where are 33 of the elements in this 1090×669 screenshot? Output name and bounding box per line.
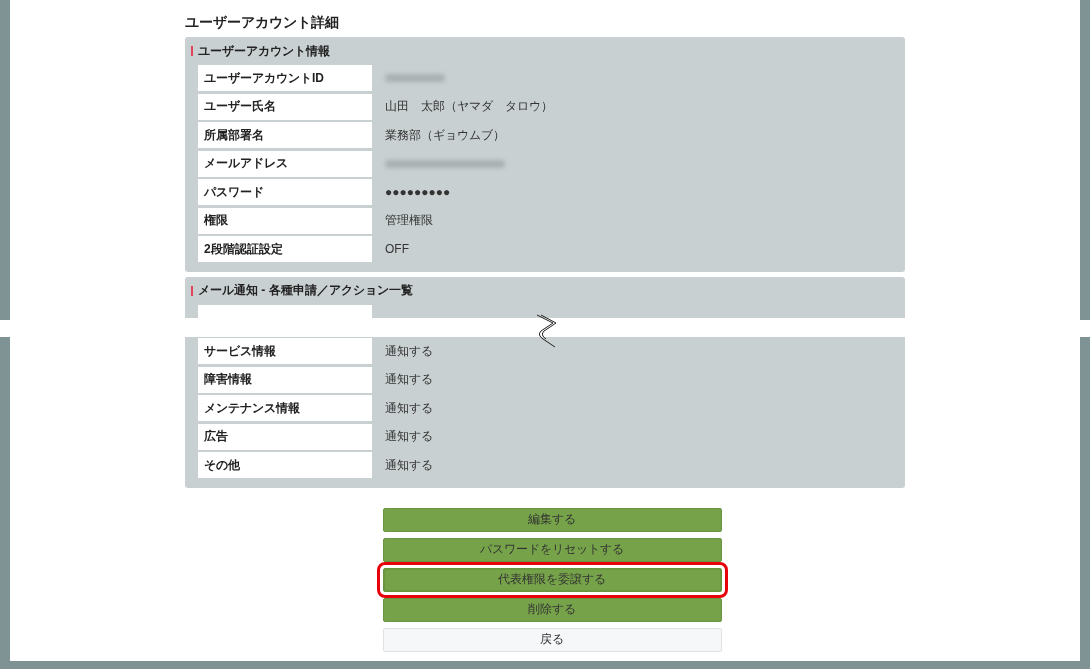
field-value: 山田 太郎（ヤマダ タロウ） — [385, 98, 553, 115]
break-mark-icon — [535, 314, 557, 348]
field-label: 2段階認証設定 — [198, 236, 372, 262]
section-heading: メール通知 - 各種申請／アクション一覧 — [198, 282, 413, 299]
field-value: 通知する — [385, 456, 433, 474]
field-label: サービス情報 — [198, 338, 372, 364]
action-button[interactable]: 削除する — [382, 597, 722, 622]
accent-bar — [191, 46, 193, 56]
field-value: 通知する — [385, 371, 433, 388]
accent-bar — [191, 285, 193, 296]
blurred-value-drawing — [385, 74, 445, 82]
field-label: その他 — [198, 452, 372, 478]
field-label: 広告 — [198, 423, 372, 450]
field-label: 所属部署名 — [198, 122, 372, 148]
field-value: OFF — [385, 242, 409, 256]
action-button[interactable]: 戻る — [382, 627, 722, 652]
field-value: 通知する — [385, 399, 433, 417]
page-title: ユーザーアカウント詳細 — [185, 13, 340, 31]
field-value: 業務部（ギョウムブ） — [385, 126, 505, 144]
field-value: 管理権限 — [385, 212, 433, 229]
field-label: 障害情報 — [198, 366, 372, 393]
field-label: ユーザーアカウントID — [198, 65, 372, 91]
field-value: 通知する — [385, 428, 433, 445]
section-heading: ユーザーアカウント情報 — [198, 42, 330, 60]
field-value: ●●●●●●●●● — [385, 185, 451, 199]
field-label: メンテナンス情報 — [198, 395, 372, 421]
field-label: パスワード — [198, 179, 372, 205]
action-button[interactable]: 編集する — [382, 507, 722, 532]
field-label: メールアドレス — [198, 150, 372, 177]
field-label: 権限 — [198, 207, 372, 234]
action-button[interactable]: パスワードをリセットする — [382, 537, 722, 562]
field-label: ユーザー氏名 — [198, 93, 372, 120]
field-value: 通知する — [385, 342, 433, 360]
